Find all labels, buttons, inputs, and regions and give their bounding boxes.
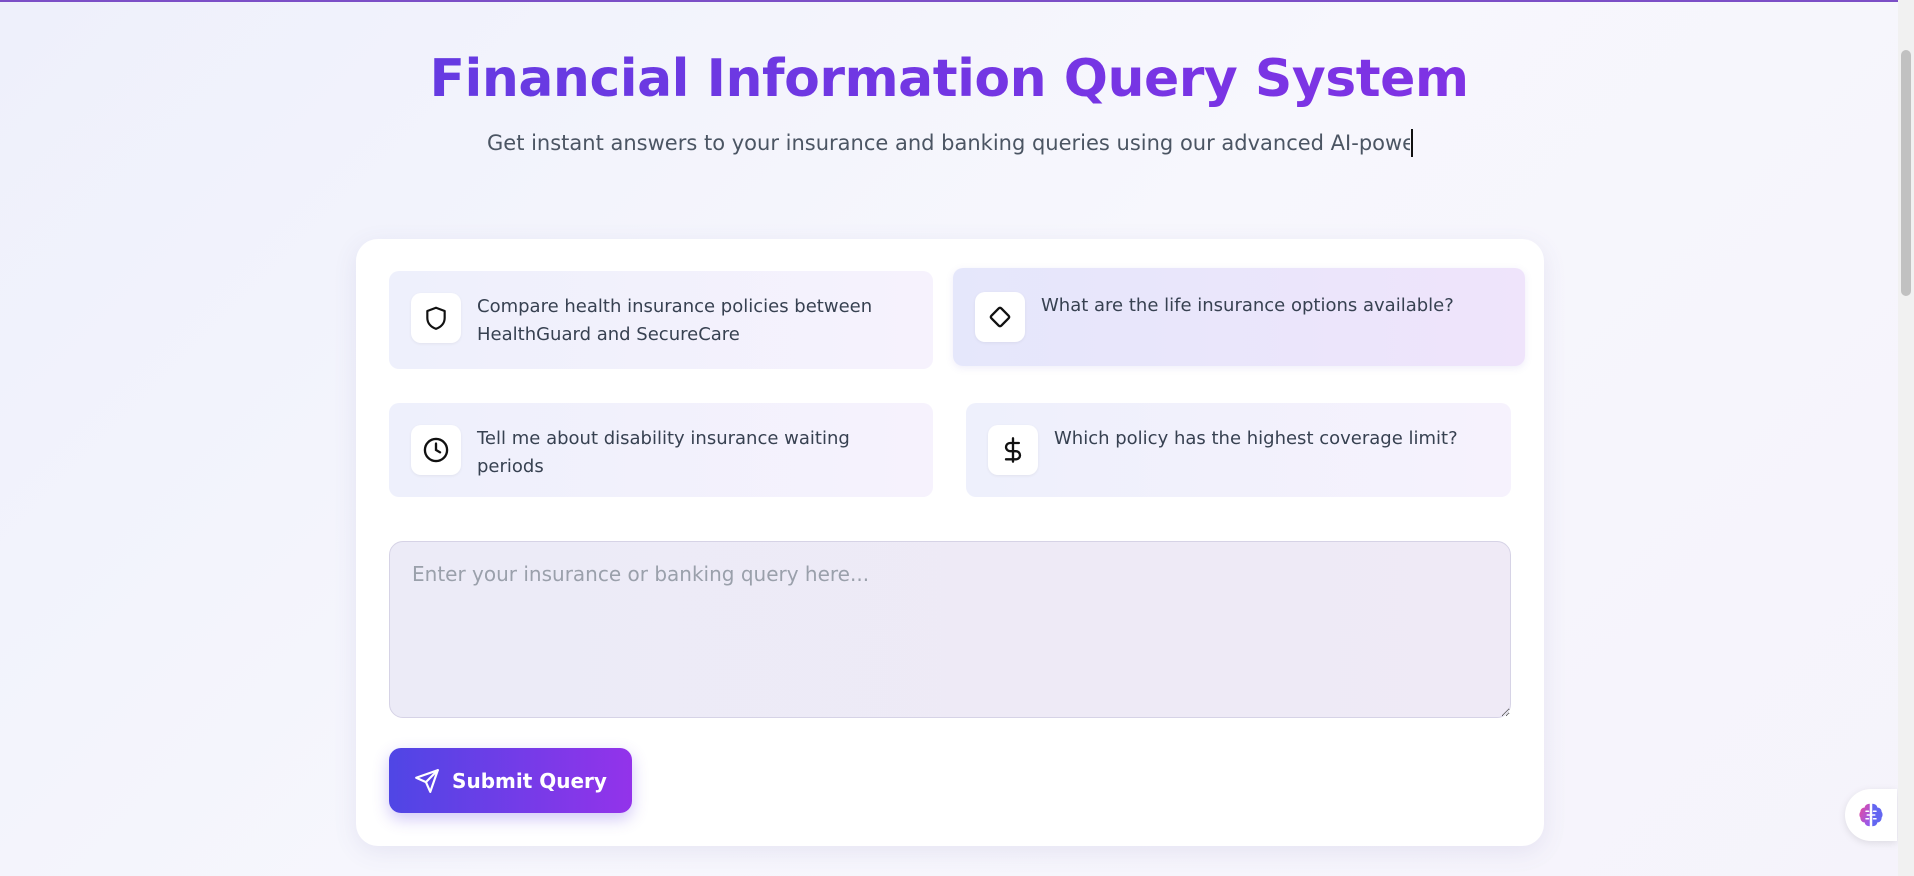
suggestion-label: Tell me about disability insurance waiti… <box>477 428 850 477</box>
clock-icon <box>411 425 461 475</box>
top-accent-line <box>0 0 1914 2</box>
subtitle-row: Get instant answers to your insurance an… <box>487 126 1413 160</box>
shield-icon <box>411 293 461 343</box>
suggestion-highest-coverage[interactable]: Which policy has the highest coverage li… <box>966 403 1511 497</box>
assistant-launcher[interactable] <box>1845 789 1897 841</box>
page-title: Financial Information Query System <box>0 44 1898 114</box>
scrollbar-thumb[interactable] <box>1901 50 1911 296</box>
send-icon <box>414 768 440 794</box>
page-subtitle: Get instant answers to your insurance an… <box>487 131 1410 155</box>
text-caret <box>1411 129 1413 157</box>
submit-label: Submit Query <box>452 768 607 793</box>
suggestion-label: Which policy has the highest coverage li… <box>1054 428 1458 449</box>
diamond-icon <box>975 292 1025 342</box>
submit-query-button[interactable]: Submit Query <box>389 748 632 813</box>
suggestion-label: What are the life insurance options avai… <box>1041 295 1454 316</box>
dollar-icon <box>988 425 1038 475</box>
suggestion-life-insurance[interactable]: What are the life insurance options avai… <box>953 268 1525 366</box>
suggestion-label: Compare health insurance policies betwee… <box>477 296 873 345</box>
query-input[interactable] <box>389 541 1511 718</box>
suggestion-disability-waiting[interactable]: Tell me about disability insurance waiti… <box>389 403 933 497</box>
suggestion-compare-health[interactable]: Compare health insurance policies betwee… <box>389 271 933 369</box>
brain-icon <box>1856 800 1886 830</box>
